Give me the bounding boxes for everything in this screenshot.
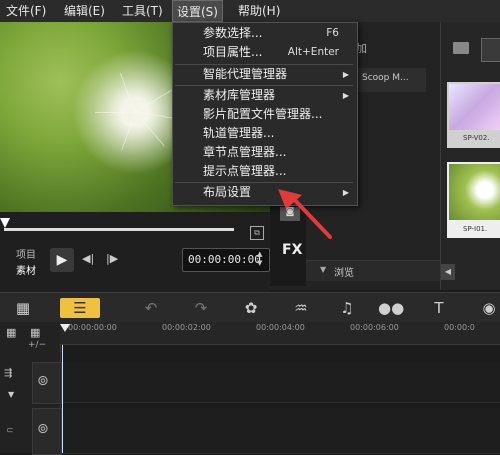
- overlay-track-header[interactable]: ⊚: [32, 408, 62, 455]
- ruler-tick: 00:00:0: [444, 323, 475, 332]
- menu-item-cue-manager[interactable]: 提示点管理器...: [173, 162, 355, 181]
- browse-bar[interactable]: ▼ 浏览: [306, 260, 440, 281]
- mode-clip-label[interactable]: 素材: [16, 262, 36, 277]
- timeline-view-icon[interactable]: ☰: [60, 298, 100, 318]
- track-headers: ▦ ▦ +/− ⇶ ▼ ⊚ ⊂ ⊚: [0, 322, 62, 455]
- timecode-stepper-icon[interactable]: ▲ ▼: [257, 250, 262, 268]
- library-thumb-2[interactable]: SP-I01.: [447, 162, 500, 238]
- sound-mixer-icon[interactable]: ♒: [290, 298, 312, 318]
- video-track[interactable]: [62, 362, 500, 403]
- play-button[interactable]: ▶: [50, 248, 74, 272]
- media-library: SP-V02. SP-I01. ◀: [440, 22, 500, 290]
- library-button[interactable]: [481, 38, 500, 62]
- red-arrow-annotation: [278, 189, 332, 239]
- ruler-tick: 00:00:06:00: [350, 323, 399, 332]
- playback-controls: ⧉ 项目 素材 ▶ ◀| |▶ 00:00:00:00 ▲ ▼: [0, 212, 270, 292]
- settings-dropdown-menu: 参数选择... F6 项目属性... Alt+Enter 智能代理管理器 ▶ 素材库管…: [172, 22, 358, 206]
- copy-icon[interactable]: ⧉: [250, 226, 264, 240]
- redo-icon[interactable]: ↷: [190, 298, 212, 318]
- auto-music-icon[interactable]: ♫: [336, 298, 358, 318]
- storyboard-view-icon[interactable]: ▦: [12, 298, 34, 318]
- timecode-value[interactable]: 00:00:00:00: [188, 253, 261, 266]
- library-thumb-1[interactable]: SP-V02.: [447, 82, 500, 148]
- timecode-box[interactable]: 00:00:00:00 ▲ ▼: [182, 248, 270, 272]
- undo-icon[interactable]: ↶: [140, 298, 162, 318]
- menu-item-preferences[interactable]: 参数选择... F6: [173, 24, 355, 43]
- list-item-bg[interactable]: Scoop M...: [356, 68, 426, 92]
- browse-icon: ▼: [320, 265, 327, 274]
- subtitle-editor-icon[interactable]: T: [428, 298, 450, 318]
- menu-settings[interactable]: 设置(S): [172, 0, 223, 22]
- video-track-icon: ⊚: [37, 373, 49, 389]
- submenu-arrow-icon: ▶: [342, 91, 349, 100]
- menu-item-chapter-manager[interactable]: 章节点管理器...: [173, 143, 355, 162]
- playhead[interactable]: [60, 324, 70, 332]
- add-remove-icon[interactable]: +/−: [28, 340, 46, 350]
- menu-help[interactable]: 帮助(H): [234, 0, 284, 22]
- thumb-2-label: SP-I01.: [463, 225, 488, 233]
- motion-tracking-icon[interactable]: ●●: [378, 298, 404, 318]
- lock-icon[interactable]: ⊂: [6, 426, 14, 436]
- browse-label: 浏览: [334, 268, 354, 279]
- timeline-toolbar: ▦ ☰ ↶ ↷ ✿ ♒ ♫ ●● T ◉: [0, 292, 500, 324]
- submenu-arrow-icon: ▶: [342, 70, 349, 79]
- menu-item-library-manager[interactable]: 素材库管理器 ▶: [173, 86, 355, 105]
- dandelion-seed: [95, 112, 135, 113]
- scrubber-bar[interactable]: [4, 228, 234, 231]
- list-item-label: Scoop M...: [362, 73, 409, 83]
- multi-cam-icon[interactable]: ◉: [478, 298, 500, 318]
- thumb-1-label: SP-V02.: [463, 134, 490, 142]
- menu-edit[interactable]: 编辑(E): [60, 0, 109, 22]
- thumb-image: [449, 84, 500, 130]
- timeline-tracks: [62, 345, 500, 454]
- ruler-tick: 00:00:00:00: [68, 323, 117, 332]
- menu-bar: 文件(F) 编辑(E) 工具(T) 设置(S) 帮助(H): [0, 0, 500, 23]
- record-capture-icon[interactable]: ✿: [240, 298, 262, 318]
- overlay-track-icon: ⊚: [37, 421, 49, 437]
- menu-item-project-properties[interactable]: 项目属性... Alt+Enter: [173, 43, 355, 62]
- menu-file[interactable]: 文件(F): [2, 0, 50, 22]
- scrubber-handle[interactable]: [0, 218, 10, 228]
- menu-item-profile-manager[interactable]: 影片配置文件管理器...: [173, 105, 355, 124]
- thumb-image: [449, 164, 500, 220]
- folder-icon[interactable]: [453, 42, 469, 54]
- expand-icon[interactable]: ▼: [8, 390, 14, 399]
- video-track-header[interactable]: ⊚: [32, 362, 62, 404]
- timeline-ruler[interactable]: 00:00:00:00 00:00:02:00 00:00:04:00 00:0…: [60, 322, 500, 345]
- ruler-tick: 00:00:02:00: [162, 323, 211, 332]
- playhead-line: [62, 345, 63, 453]
- next-frame-icon[interactable]: |▶: [106, 252, 118, 265]
- chapter-icon[interactable]: ▦: [30, 326, 40, 339]
- ruler-tick: 00:00:04:00: [256, 323, 305, 332]
- overlay-track[interactable]: [62, 408, 500, 454]
- prev-frame-icon[interactable]: ◀|: [82, 252, 94, 265]
- menu-item-smart-proxy[interactable]: 智能代理管理器 ▶: [173, 65, 355, 84]
- ripple-edit-icon[interactable]: ⇶: [4, 368, 12, 379]
- menu-tools[interactable]: 工具(T): [118, 0, 167, 22]
- mode-project-label[interactable]: 项目: [16, 246, 36, 261]
- track-manager-icon[interactable]: ▦: [6, 326, 16, 339]
- menu-item-track-manager[interactable]: 轨道管理器...: [173, 124, 355, 143]
- scroll-left-icon[interactable]: ◀: [441, 264, 455, 280]
